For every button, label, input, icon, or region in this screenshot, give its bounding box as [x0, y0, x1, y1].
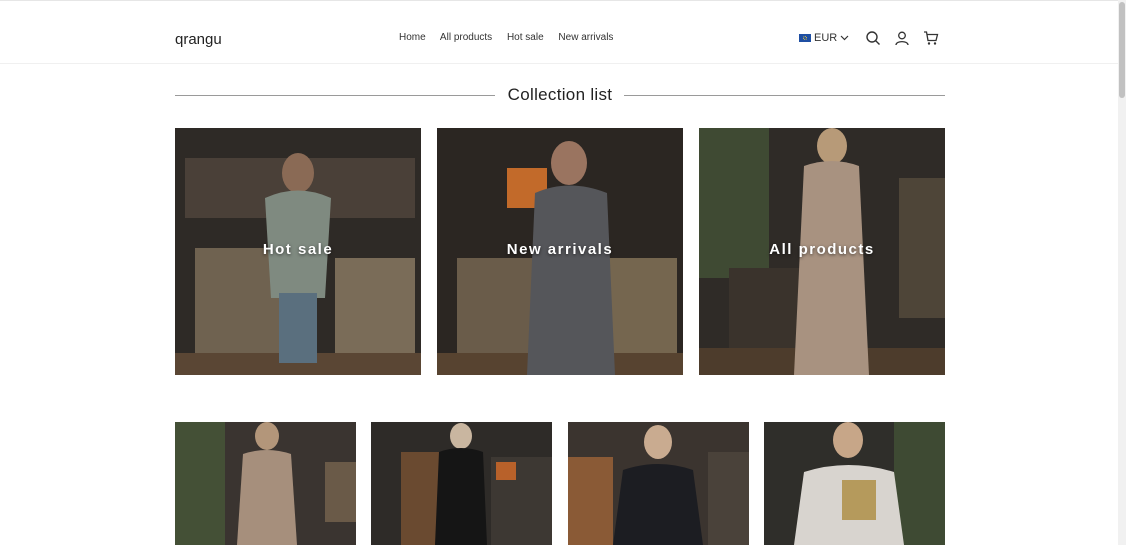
product-card[interactable]	[371, 422, 552, 545]
collection-label: Hot sale	[262, 241, 334, 258]
page-scrollbar[interactable]	[1118, 0, 1126, 545]
nav-home[interactable]: Home	[399, 32, 426, 43]
product-card[interactable]	[568, 422, 749, 545]
product-image	[371, 422, 552, 545]
title-divider-right	[624, 95, 945, 96]
currency-selector[interactable]: EUR	[799, 32, 849, 44]
search-icon[interactable]	[865, 30, 881, 46]
nav-hot-sale[interactable]: Hot sale	[507, 32, 544, 43]
eu-flag-icon	[799, 34, 811, 42]
site-logo[interactable]: qrangu	[175, 31, 222, 48]
product-image	[175, 422, 356, 545]
product-card[interactable]	[175, 422, 356, 545]
product-image	[568, 422, 749, 545]
chevron-down-icon	[840, 35, 849, 41]
section-header: Collection list	[175, 84, 945, 108]
nav-all-products[interactable]: All products	[440, 32, 492, 43]
product-card[interactable]	[764, 422, 945, 545]
cart-icon[interactable]	[923, 30, 939, 46]
product-image	[764, 422, 945, 545]
site-header: qrangu Home All products Hot sale New ar…	[0, 0, 1118, 64]
collection-card-hot-sale[interactable]: Hot sale	[175, 128, 421, 375]
collection-label: All products	[769, 241, 875, 258]
collection-label: New arrivals	[506, 241, 614, 258]
main-nav: Home All products Hot sale New arrivals	[399, 32, 625, 43]
currency-label: EUR	[814, 32, 838, 44]
collection-card-all-products[interactable]: All products	[699, 128, 945, 375]
collection-card-new-arrivals[interactable]: New arrivals	[437, 128, 683, 375]
scrollbar-thumb[interactable]	[1119, 2, 1125, 98]
nav-new-arrivals[interactable]: New arrivals	[558, 32, 613, 43]
user-icon[interactable]	[894, 30, 910, 46]
